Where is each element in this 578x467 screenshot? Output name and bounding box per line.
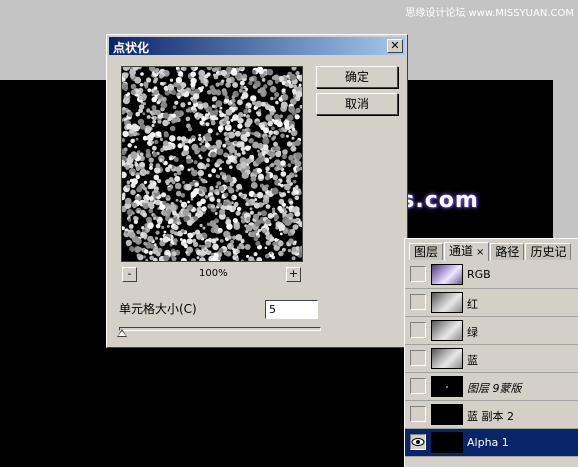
cell-size-slider-thumb[interactable] — [117, 329, 127, 337]
channel-row-blue[interactable]: 蓝 — [405, 345, 578, 373]
channel-row-layer9-mask[interactable]: 图层 9蒙版 — [405, 373, 578, 401]
channel-name: 蓝 — [467, 354, 478, 367]
cell-size-slider[interactable] — [119, 327, 321, 331]
zoom-out-icon: - — [127, 267, 132, 280]
visibility-toggle[interactable] — [410, 378, 426, 394]
pointillize-dialog: 点状化 ✕ 确定 取消 - 100% + 单元格大小(C) 5 — [106, 34, 408, 348]
cell-size-input[interactable]: 5 — [265, 300, 318, 319]
tab-label: 路径 — [495, 245, 520, 259]
channel-thumbnail — [431, 404, 463, 425]
cell-size-label: 单元格大小(C) — [119, 302, 197, 316]
channel-thumbnail — [431, 376, 463, 397]
close-button[interactable]: ✕ — [387, 39, 403, 53]
channel-list: RGB 红 绿 蓝 图层 9蒙版 蓝 副本 2 Alpha 1 — [405, 261, 578, 457]
channel-name: RGB — [467, 268, 491, 281]
watermark-top: 思缘设计论坛 www.MISSYUAN.COM — [405, 8, 574, 19]
tab-history[interactable]: 历史记 — [525, 243, 572, 260]
zoom-level: 100% — [199, 268, 228, 279]
tab-label: 图层 — [414, 245, 439, 259]
visibility-toggle[interactable] — [410, 266, 426, 282]
filter-preview[interactable] — [121, 66, 303, 262]
channel-row-green[interactable]: 绿 — [405, 317, 578, 345]
channel-name: 绿 — [467, 326, 478, 339]
channel-row-blue-copy-2[interactable]: 蓝 副本 2 — [405, 401, 578, 429]
dialog-titlebar[interactable]: 点状化 ✕ — [109, 37, 405, 55]
channel-name: 蓝 副本 2 — [467, 410, 514, 423]
eye-icon — [411, 438, 425, 446]
channels-panel: 图层 通道 × 路径 历史记 RGB 红 绿 蓝 图层 9蒙版 蓝 副本 2 A… — [404, 238, 578, 467]
channel-thumbnail — [431, 348, 463, 369]
channel-thumbnail — [431, 320, 463, 341]
close-icon: ✕ — [390, 39, 400, 52]
pointillize-preview-image — [122, 67, 302, 261]
zoom-out-button[interactable]: - — [122, 267, 137, 282]
channel-row-rgb[interactable]: RGB — [405, 261, 578, 289]
dialog-title: 点状化 — [113, 41, 150, 55]
zoom-in-icon: + — [288, 267, 299, 280]
panel-tabs: 图层 通道 × 路径 历史记 — [409, 242, 572, 261]
channel-row-red[interactable]: 红 — [405, 289, 578, 317]
channel-name: 红 — [467, 298, 478, 311]
tab-label: 通道 — [449, 244, 474, 258]
tab-close-icon[interactable]: × — [476, 247, 484, 258]
channel-thumbnail — [431, 432, 463, 453]
tab-label: 历史记 — [530, 245, 567, 259]
thumbnail-dot — [446, 386, 448, 388]
channel-thumbnail — [431, 292, 463, 313]
visibility-toggle[interactable] — [410, 350, 426, 366]
ok-button[interactable]: 确定 — [316, 66, 398, 88]
tab-layers[interactable]: 图层 — [409, 243, 444, 260]
visibility-toggle[interactable] — [410, 294, 426, 310]
visibility-toggle[interactable] — [410, 406, 426, 422]
cancel-button[interactable]: 取消 — [316, 93, 398, 115]
channel-row-alpha-1[interactable]: Alpha 1 — [405, 429, 578, 457]
tab-paths[interactable]: 路径 — [490, 243, 525, 260]
channel-thumbnail — [431, 264, 463, 285]
visibility-toggle[interactable] — [410, 322, 426, 338]
channel-name: Alpha 1 — [467, 436, 509, 449]
zoom-in-button[interactable]: + — [286, 267, 301, 282]
channel-name: 图层 9蒙版 — [467, 382, 522, 395]
visibility-toggle[interactable] — [410, 434, 426, 450]
tab-channels[interactable]: 通道 × — [444, 242, 490, 261]
